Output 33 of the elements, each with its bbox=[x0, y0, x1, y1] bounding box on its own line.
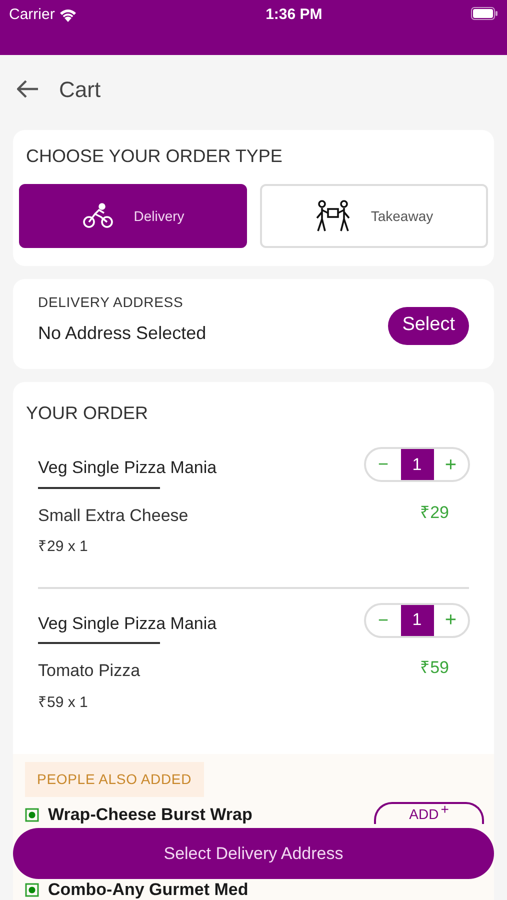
veg-icon bbox=[25, 883, 39, 897]
item-name: Veg Single Pizza Mania bbox=[38, 457, 217, 479]
clock-time: 1:36 PM bbox=[266, 5, 322, 25]
item-price: ₹59 bbox=[420, 657, 449, 679]
select-address-button[interactable]: Select bbox=[388, 306, 469, 344]
suggestions-title: PEOPLE ALSO ADDED bbox=[25, 762, 204, 797]
back-arrow-icon bbox=[17, 80, 39, 98]
people-carrying-box-icon bbox=[314, 200, 351, 232]
unit-price: ₹59 x 1 bbox=[38, 692, 89, 712]
bicycle-icon bbox=[82, 203, 114, 229]
veg-icon bbox=[25, 808, 39, 822]
suggestion-name: Wrap-Cheese Burst Wrap bbox=[48, 806, 252, 824]
battery-icon bbox=[470, 7, 498, 20]
order-type-tab[interactable]: Delivery bbox=[19, 184, 247, 248]
select-delivery-address-button[interactable]: Select Delivery Address bbox=[13, 828, 494, 879]
item-variant: Tomato Pizza bbox=[38, 660, 140, 682]
order-type-tab[interactable]: Takeaway bbox=[260, 184, 488, 248]
quantity-value: 1 bbox=[400, 604, 434, 636]
suggestion-name: Combo-Any Gurmet Med bbox=[48, 881, 248, 899]
unit-price: ₹29 x 1 bbox=[38, 537, 89, 557]
item-variant: Small Extra Cheese bbox=[38, 504, 188, 526]
section-title: CHOOSE YOUR ORDER TYPE bbox=[25, 145, 284, 168]
wifi-icon bbox=[58, 8, 77, 22]
address-value: No Address Selected bbox=[38, 322, 206, 345]
item-name: Veg Single Pizza Mania bbox=[38, 612, 217, 634]
add-button[interactable]: ADD+ bbox=[374, 802, 484, 824]
section-title: YOUR ORDER bbox=[25, 402, 150, 425]
back-button[interactable] bbox=[17, 80, 39, 98]
page-title: Cart bbox=[59, 76, 101, 104]
address-label: DELIVERY ADDRESS bbox=[38, 293, 184, 312]
item-price: ₹29 bbox=[420, 502, 449, 524]
quantity-value: 1 bbox=[400, 449, 434, 480]
carrier-label: Carrier bbox=[9, 5, 55, 25]
